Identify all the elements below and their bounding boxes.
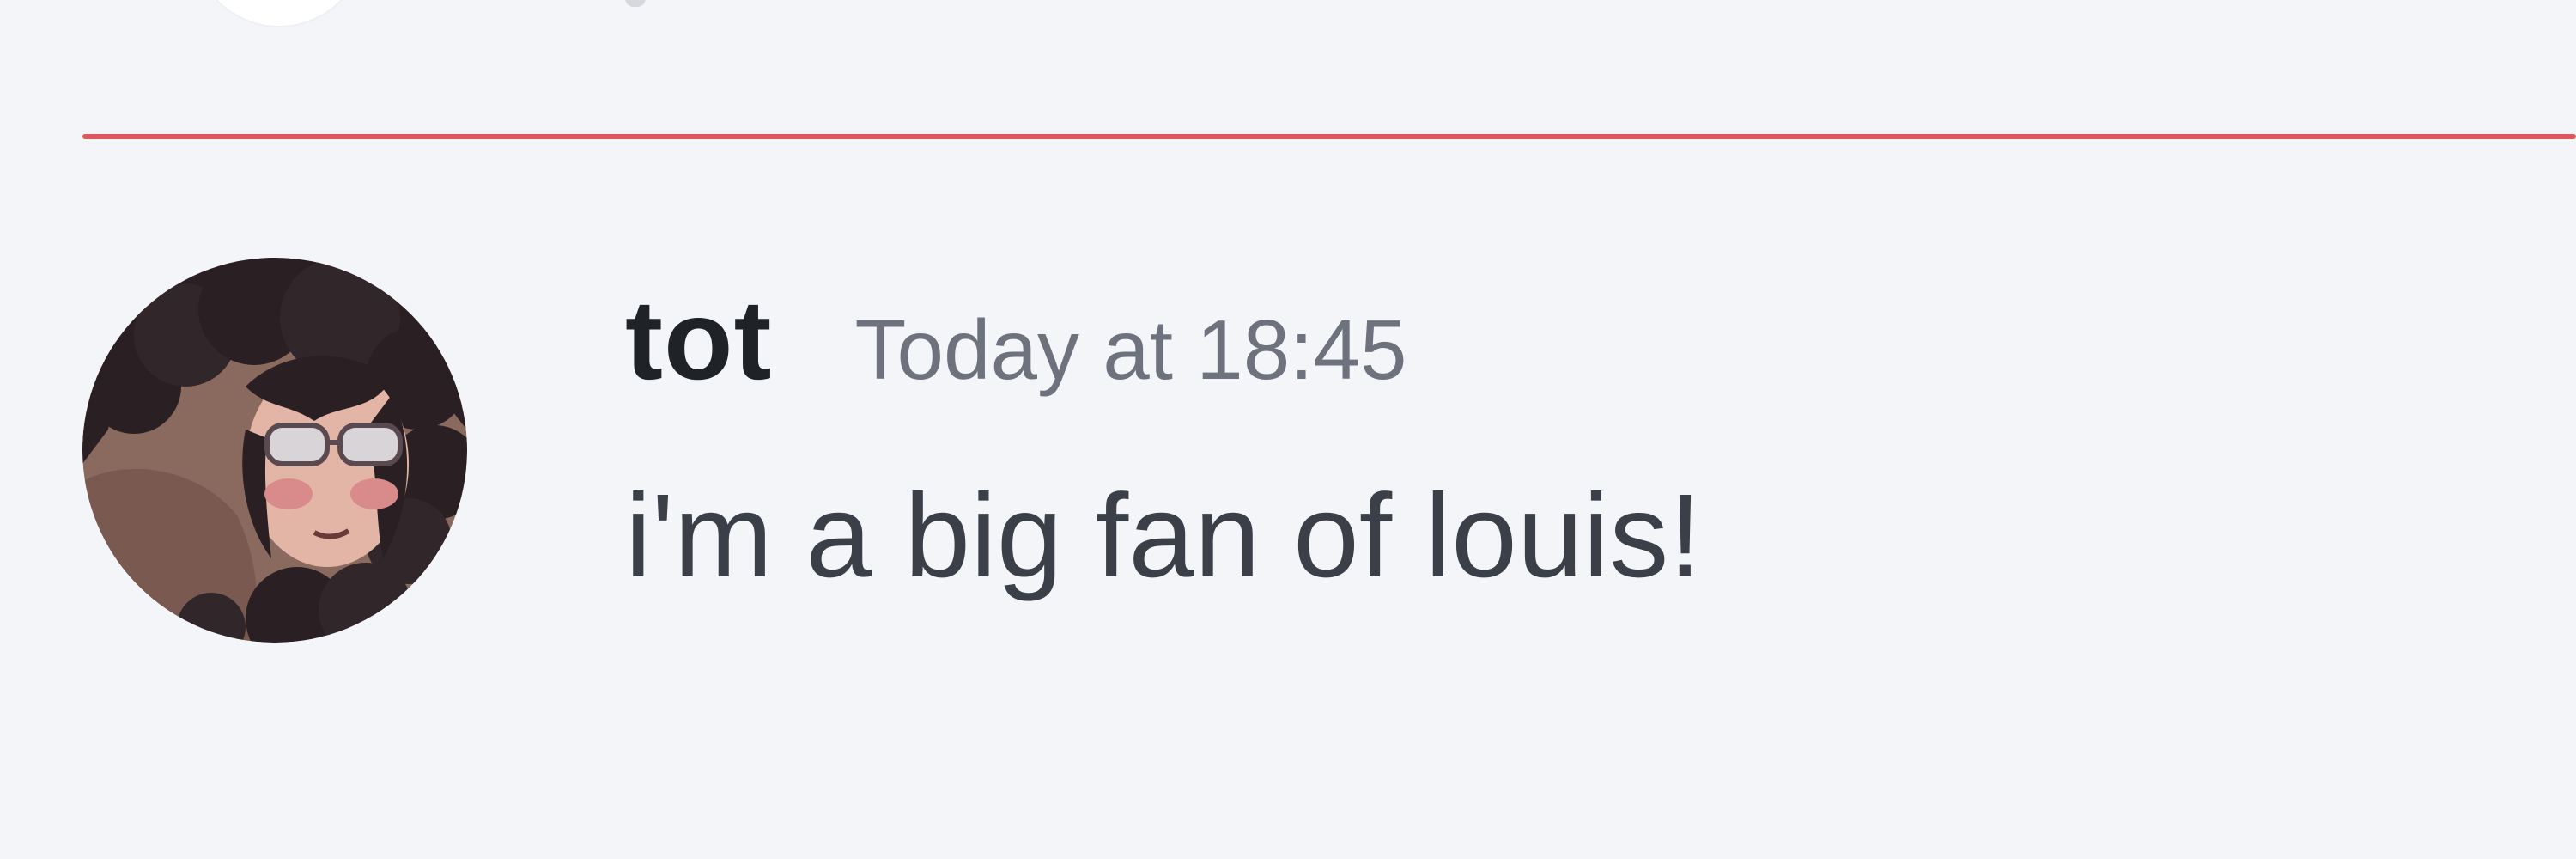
chat-view: tot Today at 18:45 i'm a big fan of loui… bbox=[0, 0, 2576, 859]
new-messages-divider bbox=[82, 134, 2576, 139]
chat-message[interactable]: tot Today at 18:45 i'm a big fan of loui… bbox=[0, 249, 2576, 661]
message-content: i'm a big fan of louis! bbox=[625, 470, 1702, 602]
previous-message-text-fragment bbox=[625, 0, 646, 7]
message-author[interactable]: tot bbox=[625, 283, 773, 397]
message-timestamp[interactable]: Today at 18:45 bbox=[855, 308, 1407, 392]
user-avatar[interactable] bbox=[82, 258, 467, 643]
previous-message-avatar[interactable] bbox=[193, 0, 365, 26]
avatar-image bbox=[82, 258, 467, 643]
message-header: tot Today at 18:45 bbox=[625, 283, 1406, 404]
